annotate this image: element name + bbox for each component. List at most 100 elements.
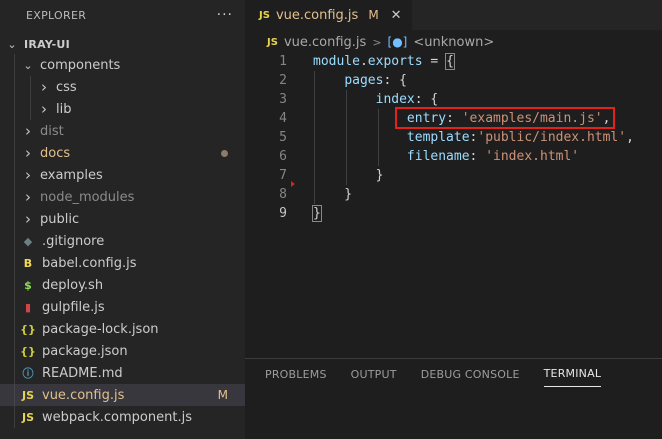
chevron-right-icon: › <box>25 122 31 140</box>
chevron-right-icon: › <box>25 166 31 184</box>
tree-item-label: vue.config.js <box>42 387 125 403</box>
code-line[interactable]: 6 filename: 'index.html' <box>245 147 662 166</box>
tree-item[interactable]: JS webpack.component.js <box>0 406 245 428</box>
panel-tab-terminal[interactable]: TERMINAL <box>543 361 602 387</box>
tree-item-label: gulpfile.js <box>42 299 105 315</box>
code-token: exports <box>367 54 423 69</box>
tree-item[interactable]: JS vue.config.js M <box>0 384 245 406</box>
explorer-sidebar: EXPLORER ··· ⌄ IRAY-UI ⌄ components › css › l… <box>0 0 245 439</box>
tab-vue-config[interactable]: JS vue.config.js M ✕ <box>245 0 412 30</box>
code-line[interactable]: 5 template:'public/index.html', <box>245 128 662 147</box>
chevron-right-icon: › <box>41 78 47 96</box>
chevron-right-icon: › <box>25 188 31 206</box>
indent-guide <box>14 230 15 252</box>
tree-item[interactable]: ⌄ components <box>0 54 245 76</box>
code-token: module <box>313 54 360 69</box>
code-line[interactable]: 2 pages: { <box>245 71 662 90</box>
tree-item[interactable]: Bbabel.config.js <box>0 252 245 274</box>
code-token: . <box>359 54 368 69</box>
tree-item[interactable]: ⓘ README.md <box>0 362 245 384</box>
indent-guide <box>14 208 15 230</box>
code-text: module.exports = { <box>313 52 455 71</box>
code-text: } <box>312 204 322 223</box>
breadcrumb: JS vue.config.js > [●] <unknown> <box>245 30 662 54</box>
code-token: 'index.html' <box>485 149 580 164</box>
indent-guide <box>14 274 15 296</box>
tree-item[interactable]: › public <box>0 208 245 230</box>
indent-guide <box>14 362 15 384</box>
chevron-right-icon: › <box>25 210 31 228</box>
tree-item[interactable]: › css <box>0 76 245 98</box>
code-text: template:'public/index.html', <box>313 128 634 147</box>
line-number: 2 <box>279 73 287 88</box>
info-file-icon: ⓘ <box>22 367 34 380</box>
chevron-right-icon: > <box>372 35 382 49</box>
code-token: index <box>375 92 415 107</box>
chevron-down-icon: ⌄ <box>23 58 33 72</box>
tree-item-label: babel.config.js <box>42 255 137 271</box>
code-token: pages <box>344 73 384 88</box>
panel-tab-debug-console[interactable]: DEBUG CONSOLE <box>421 362 520 387</box>
indent-guide <box>30 98 31 120</box>
shell-file-icon: $ <box>24 278 32 292</box>
indent-guide <box>14 54 15 76</box>
js-file-icon: JS <box>267 36 278 48</box>
chevron-down-icon: ⌄ <box>7 37 17 51</box>
gutter-marker <box>291 181 295 187</box>
chevron-right-icon: › <box>41 100 47 118</box>
tree-item-label: node_modules <box>40 189 135 205</box>
editor-area: JS vue.config.js M ✕ JS vue.config.js > … <box>245 0 662 439</box>
code-token: } <box>312 205 322 222</box>
code-line[interactable]: 8 } <box>245 185 662 204</box>
tree-item[interactable]: {} package-lock.json <box>0 318 245 340</box>
code-token: , <box>626 130 634 145</box>
tree-item[interactable]: {} package.json <box>0 340 245 362</box>
explorer-title: EXPLORER <box>26 8 87 22</box>
babel-file-icon: B <box>23 256 33 270</box>
indent-guide <box>14 164 15 186</box>
tree-item[interactable]: › examples <box>0 164 245 186</box>
gulp-file-icon: ▮ <box>24 300 32 314</box>
js-file-icon: JS <box>21 388 34 402</box>
tree-item[interactable]: $ deploy.sh <box>0 274 245 296</box>
tree-item[interactable]: › docs <box>0 142 245 164</box>
tree-item-label: .gitignore <box>42 233 105 249</box>
tree-item-label: css <box>56 79 77 95</box>
tree-item[interactable]: › dist <box>0 120 245 142</box>
code-token: } <box>313 168 384 183</box>
tab-bar: JS vue.config.js M ✕ <box>245 0 662 30</box>
symbol-icon: [●] <box>387 35 408 49</box>
code-editor[interactable]: 1 module.exports = {2 pages: {3 index: {4… <box>245 52 662 223</box>
modified-badge: M <box>217 388 228 402</box>
panel-tab-output[interactable]: OUTPUT <box>351 362 397 387</box>
code-line[interactable]: 7 } <box>245 166 662 185</box>
line-number: 3 <box>279 92 287 107</box>
more-actions-icon[interactable]: ··· <box>217 7 233 23</box>
indent-guide <box>14 120 15 142</box>
tree-item-label: examples <box>40 167 103 183</box>
tree-item-label: docs <box>40 145 71 161</box>
code-token: template <box>406 130 470 145</box>
tree-item-label: dist <box>40 123 64 139</box>
tree-item[interactable]: › node_modules <box>0 186 245 208</box>
file-tree: ⌄ components › css › lib › dist › docs › examples › n… <box>0 54 245 428</box>
indent-guide <box>30 76 31 98</box>
tree-item-label: README.md <box>42 365 123 381</box>
code-token: : { <box>414 92 439 107</box>
tree-item[interactable]: ◆ .gitignore <box>0 230 245 252</box>
breadcrumb-symbol[interactable]: <unknown> <box>413 35 494 50</box>
root-folder-label: IRAY-UI <box>24 37 71 51</box>
code-text: } <box>313 166 384 185</box>
tree-item-label: deploy.sh <box>42 277 104 293</box>
tree-item-label: components <box>40 57 121 73</box>
tree-item[interactable]: › lib <box>0 98 245 120</box>
code-line[interactable]: 9} <box>245 204 662 223</box>
close-icon[interactable]: ✕ <box>391 8 402 23</box>
code-line[interactable]: 1 module.exports = { <box>245 52 662 71</box>
tree-item[interactable]: ▮ gulpfile.js <box>0 296 245 318</box>
breadcrumb-file[interactable]: vue.config.js <box>284 35 366 50</box>
indent-guide <box>14 98 15 120</box>
explorer-root[interactable]: ⌄ IRAY-UI <box>0 33 245 55</box>
panel-tab-problems[interactable]: PROBLEMS <box>265 362 327 387</box>
